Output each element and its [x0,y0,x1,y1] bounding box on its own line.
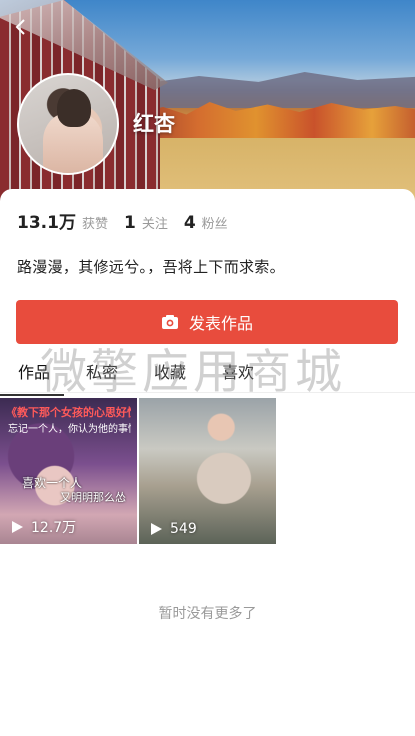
post-caption: 又明明那么怂 [60,491,126,504]
content-tabs: 作品 私密 收藏 喜欢 [0,359,415,396]
play-count-value: 549 [170,521,197,537]
play-count: 12.7万 [12,517,76,537]
profile-name: 红杏 [133,112,175,136]
publish-label: 发表作品 [188,314,253,333]
stat-followers[interactable]: 4 粉丝 [184,213,228,233]
avatar[interactable] [17,73,119,175]
play-icon [151,523,162,535]
no-more-text: 暂时没有更多了 [158,606,257,622]
stat-value: 13.1万 [17,213,76,233]
stat-label: 关注 [141,217,168,232]
tab-works[interactable]: 作品 [0,359,68,396]
stat-label: 粉丝 [201,217,228,232]
posts-grid: 《教下那个女孩的心思好懂人》 忘记一个人，你认为他的事情呢？ 喜欢一个人 又明明… [0,398,278,544]
stat-value: 4 [183,213,196,233]
post-title: 《教下那个女孩的心思好懂人》 [6,406,131,419]
profile-bio: 路漫漫，其修远兮。，吾将上下而求索。 [17,258,285,276]
post-thumbnail[interactable]: 《教下那个女孩的心思好懂人》 忘记一个人，你认为他的事情呢？ 喜欢一个人 又明明… [0,398,137,544]
play-count: 549 [151,521,197,537]
stat-following[interactable]: 1 关注 [124,213,168,233]
play-count-value: 12.7万 [31,520,77,536]
stat-label: 获赞 [81,217,108,232]
stat-value: 1 [123,213,136,233]
post-subtitle: 忘记一个人，你认为他的事情呢？ [8,424,131,435]
tab-likes[interactable]: 喜欢 [204,359,272,392]
profile-stats: 13.1万 获赞 1 关注 4 粉丝 [17,208,244,233]
back-button[interactable] [8,14,34,40]
avatar-hair [57,89,91,127]
post-thumbnail[interactable]: 549 [139,398,276,544]
play-icon [12,521,23,533]
stat-likes[interactable]: 13.1万 获赞 [17,208,108,233]
publish-button[interactable]: 发表作品 [16,300,398,344]
tab-private[interactable]: 私密 [68,359,136,392]
tab-favorites[interactable]: 收藏 [136,359,204,392]
profile-card: 13.1万 获赞 1 关注 4 粉丝 路漫漫，其修远兮。，吾将上下而求索。 发表… [0,189,415,736]
chevron-left-icon [15,19,25,35]
camera-icon [161,315,178,329]
